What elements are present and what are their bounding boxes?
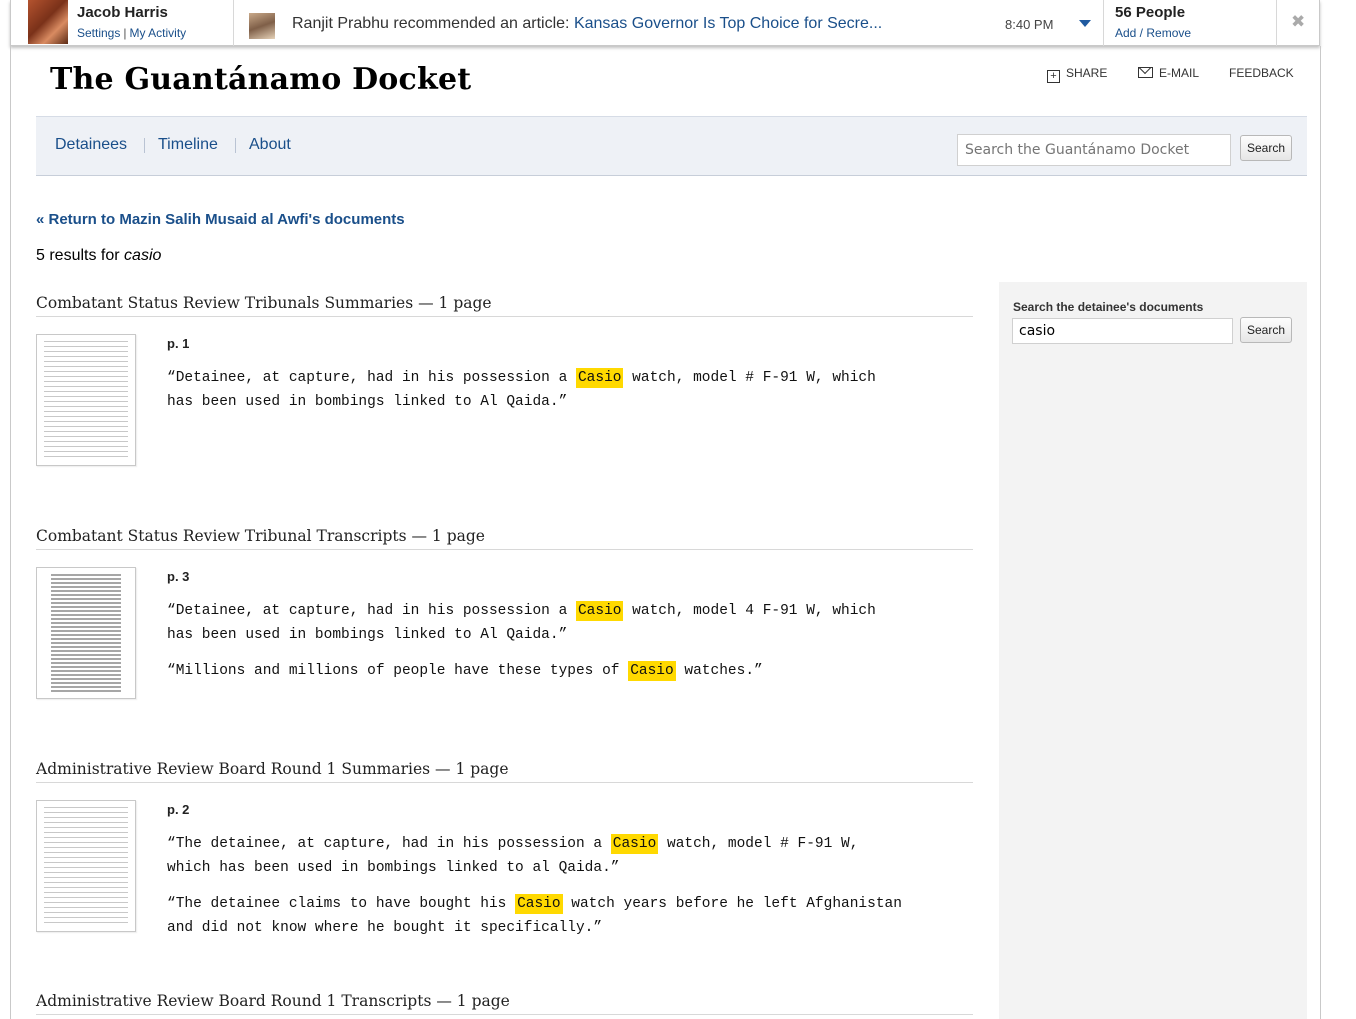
page-number-link[interactable]: p. 2	[167, 802, 189, 817]
result-group: Combatant Status Review Tribunals Summar…	[36, 294, 973, 474]
document-title[interactable]: Administrative Review Board Round 1 Tran…	[36, 992, 973, 1015]
thumbnail-text-lines	[44, 341, 128, 459]
close-icon[interactable]: ✖	[1291, 12, 1305, 32]
my-activity-link[interactable]: My Activity	[129, 26, 186, 40]
thumbnail-text-lines	[51, 574, 121, 692]
results-summary: 5 results for casio	[36, 247, 161, 265]
search-highlight: Casio	[575, 368, 624, 388]
add-remove-people-link[interactable]: Add / Remove	[1115, 26, 1191, 40]
page-number-link[interactable]: p. 1	[167, 336, 189, 351]
user-avatar[interactable]	[28, 0, 68, 44]
snippet-text: watches.”	[675, 663, 763, 679]
result-group: Administrative Review Board Round 1 Summ…	[36, 760, 973, 940]
share-button[interactable]: + SHARE	[1047, 66, 1107, 83]
search-snippet: “Millions and millions of people have th…	[167, 659, 907, 683]
nav-separator	[235, 138, 236, 153]
document-search-sidebar: Search the detainee's documents Search	[999, 282, 1307, 1019]
snippet-text: “The detainee claims to have bought his	[167, 896, 516, 912]
result-group: Administrative Review Board Round 1 Tran…	[36, 992, 973, 1019]
document-page-count: — 1 page	[418, 294, 492, 312]
thumbnail-text-lines	[44, 807, 128, 925]
search-snippet: “Detainee, at capture, had in his posses…	[167, 366, 907, 414]
document-title-text: Combatant Status Review Tribunal Transcr…	[36, 527, 407, 545]
main-navigation: Detainees Timeline About Search	[36, 116, 1307, 176]
document-title-text: Administrative Review Board Round 1 Tran…	[36, 992, 432, 1010]
chevron-down-icon[interactable]	[1079, 20, 1091, 27]
user-links-separator: |	[123, 26, 127, 40]
document-thumbnail[interactable]	[36, 334, 136, 466]
search-snippet: “The detainee, at capture, had in his po…	[167, 832, 907, 880]
people-count: 56 People	[1115, 4, 1186, 21]
search-highlight: Casio	[628, 661, 676, 681]
feedback-link[interactable]: FEEDBACK	[1229, 66, 1294, 80]
nav-detainees[interactable]: Detainees	[55, 136, 127, 154]
nav-timeline[interactable]: Timeline	[158, 136, 218, 154]
site-title[interactable]: The Guantánamo Docket	[50, 62, 471, 97]
document-title-text: Administrative Review Board Round 1 Summ…	[36, 760, 431, 778]
recommendation-time: 8:40 PM	[1005, 17, 1054, 32]
document-page-count: — 1 page	[436, 992, 510, 1010]
recommender-avatar[interactable]	[249, 13, 275, 39]
search-highlight: Casio	[515, 894, 563, 914]
recommendation-message: Ranjit Prabhu recommended an article:	[292, 15, 570, 32]
user-name: Jacob Harris	[77, 4, 168, 21]
document-title-text: Combatant Status Review Tribunals Summar…	[36, 294, 414, 312]
toolbar-divider	[1276, 0, 1277, 46]
recommended-article-link[interactable]: Kansas Governor Is Top Choice for Secre.…	[574, 15, 882, 32]
document-title[interactable]: Combatant Status Review Tribunal Transcr…	[36, 527, 973, 550]
search-snippet: “The detainee claims to have bought his …	[167, 892, 907, 940]
search-snippet: “Detainee, at capture, had in his posses…	[167, 599, 907, 647]
email-label: E-MAIL	[1159, 66, 1200, 80]
snippet-text: “The detainee, at capture, had in his po…	[167, 836, 611, 852]
document-title[interactable]: Combatant Status Review Tribunals Summar…	[36, 294, 973, 317]
site-search-button[interactable]: Search	[1240, 135, 1293, 161]
toolbar-divider	[233, 0, 234, 46]
results-query: casio	[124, 247, 162, 264]
document-search-input[interactable]	[1012, 318, 1233, 344]
page-frame-left	[10, 46, 11, 1019]
share-label: SHARE	[1066, 66, 1108, 80]
nav-separator	[144, 138, 145, 153]
settings-link[interactable]: Settings	[77, 26, 120, 40]
toolbar-divider	[1103, 0, 1104, 46]
nav-about[interactable]: About	[249, 136, 291, 154]
site-search-input[interactable]	[957, 134, 1231, 166]
recommendation-text: Ranjit Prabhu recommended an article: Ka…	[292, 15, 882, 33]
result-group: Combatant Status Review Tribunal Transcr…	[36, 527, 973, 707]
search-highlight: Casio	[610, 834, 659, 854]
document-search-button[interactable]: Search	[1240, 317, 1293, 343]
snippet-text: “Millions and millions of people have th…	[167, 663, 629, 679]
snippet-text: “Detainee, at capture, had in his posses…	[167, 370, 576, 386]
document-thumbnail[interactable]	[36, 567, 136, 699]
results-count-text: 5 results for	[36, 247, 120, 264]
document-search-label: Search the detainee's documents	[1013, 300, 1204, 314]
plus-icon: +	[1047, 70, 1060, 83]
page-number-link[interactable]: p. 3	[167, 569, 189, 584]
document-thumbnail[interactable]	[36, 800, 136, 932]
document-title[interactable]: Administrative Review Board Round 1 Summ…	[36, 760, 973, 783]
page-frame-right	[1320, 46, 1321, 1019]
document-page-count: — 1 page	[411, 527, 485, 545]
snippet-text: “Detainee, at capture, had in his posses…	[167, 603, 576, 619]
envelope-icon	[1138, 67, 1153, 78]
social-toolbar: Jacob Harris Settings | My Activity Ranjit…	[10, 0, 1320, 46]
document-page-count: — 1 page	[435, 760, 509, 778]
user-links: Settings | My Activity	[77, 26, 186, 40]
email-button[interactable]: E-MAIL	[1138, 66, 1199, 80]
return-to-documents-link[interactable]: « Return to Mazin Salih Musaid al Awfi's…	[36, 211, 405, 228]
search-highlight: Casio	[575, 601, 624, 621]
